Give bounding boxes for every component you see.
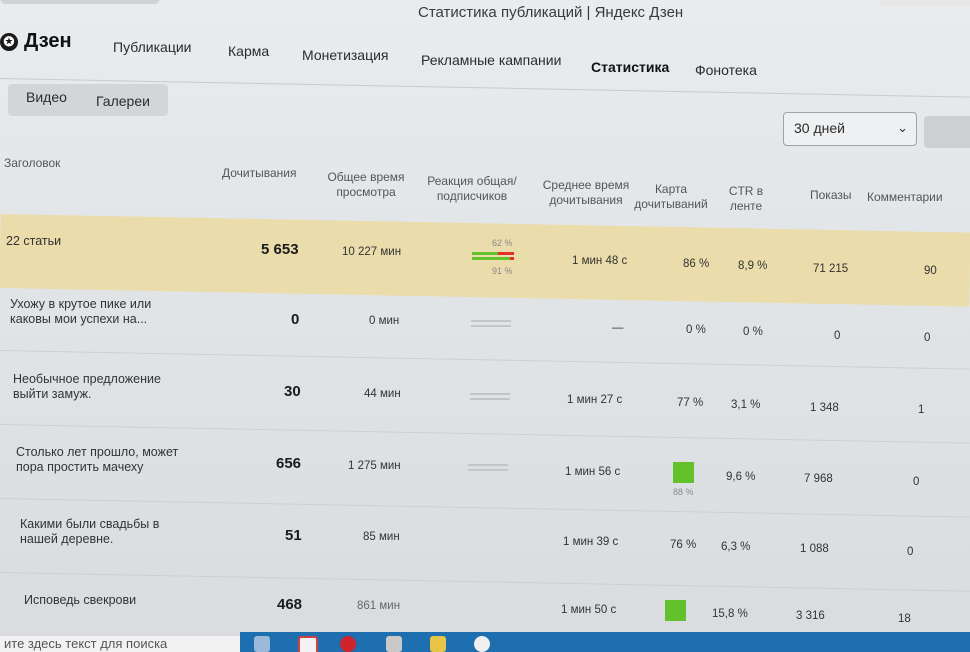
summary-avg-time: 1 мин 48 с <box>572 255 628 267</box>
article-title[interactable]: Ухожу в крутое пике или каковы мои успех… <box>10 297 190 327</box>
browser-tab-strip <box>0 0 160 4</box>
article-avg-time: — <box>612 322 624 334</box>
article-read-map: 77 % <box>677 397 704 409</box>
content-type-tabs: Видео Галереи <box>8 84 168 116</box>
article-avg-time: 1 мин 50 с <box>561 604 617 616</box>
article-reads: 0 <box>291 311 300 328</box>
article-avg-time: 1 мин 56 с <box>565 466 621 478</box>
summary-reaction-total: 62 % <box>492 238 513 248</box>
taskbar-search-input[interactable]: ите здесь текст для поиска <box>0 636 244 652</box>
article-title[interactable]: Столько лет прошло, может пора простить … <box>16 445 196 475</box>
header-views[interactable]: Показы <box>810 188 851 203</box>
article-total-time: 861 мин <box>357 600 401 612</box>
header-avg-time[interactable]: Среднее время дочитывания <box>542 178 630 208</box>
article-read-map: 0 % <box>686 324 706 336</box>
no-reaction-placeholder <box>470 393 510 401</box>
period-select[interactable]: 30 дней ⌄ <box>783 112 917 146</box>
row-divider <box>0 424 970 444</box>
summary-ctr: 8,9 % <box>738 260 768 272</box>
header-read-map[interactable]: Карта дочитываний <box>634 182 708 212</box>
article-reads: 51 <box>285 527 302 544</box>
article-ctr: 15,8 % <box>712 608 748 620</box>
export-button[interactable] <box>924 116 970 148</box>
summary-title: 22 статьи <box>6 234 62 248</box>
folder-icon[interactable] <box>430 636 446 652</box>
article-ctr: 9,6 % <box>726 471 756 483</box>
nav-statistics[interactable]: Статистика <box>591 59 669 75</box>
read-map-heat-cell[interactable] <box>673 462 694 483</box>
article-read-map: 76 % <box>670 539 697 551</box>
article-avg-time: 1 мин 27 с <box>567 394 623 406</box>
row-divider <box>0 498 970 518</box>
no-reaction-placeholder <box>471 320 511 328</box>
chevron-down-icon: ⌄ <box>897 120 908 135</box>
article-views: 1 088 <box>800 543 829 555</box>
nav-fonoteka[interactable]: Фонотека <box>695 62 757 78</box>
article-comments: 0 <box>907 546 914 558</box>
summary-read-map: 86 % <box>683 258 710 270</box>
tab-galleries[interactable]: Галереи <box>96 93 150 109</box>
article-views: 3 316 <box>796 610 825 622</box>
header-title[interactable]: Заголовок <box>4 156 60 171</box>
article-title[interactable]: Исповедь свекрови <box>24 593 204 608</box>
header-reaction[interactable]: Реакция общая/ подписчиков <box>426 174 518 204</box>
read-map-heat-cell[interactable] <box>665 600 686 621</box>
article-total-time: 0 мин <box>369 315 400 327</box>
main-nav: Публикации Карма Монетизация Рекламные к… <box>0 38 970 78</box>
article-ctr: 3,1 % <box>731 399 761 411</box>
article-comments: 0 <box>924 332 931 344</box>
store-icon[interactable] <box>386 636 402 652</box>
article-reads: 30 <box>284 383 301 400</box>
row-divider <box>0 572 970 592</box>
article-title[interactable]: Какими были свадьбы в нашей деревне. <box>20 517 200 547</box>
article-comments: 0 <box>913 476 920 488</box>
article-views: 7 968 <box>804 473 833 485</box>
browser-top-right-area <box>880 0 970 6</box>
period-label: 30 дней <box>794 120 845 136</box>
reaction-total-bar <box>472 252 514 255</box>
article-read-map: 88 % <box>673 487 694 497</box>
article-views: 0 <box>834 330 841 342</box>
reaction-bar <box>472 252 514 260</box>
nav-karma[interactable]: Карма <box>228 43 269 59</box>
yandex-browser-icon[interactable] <box>474 636 490 652</box>
gift-icon[interactable] <box>298 636 318 652</box>
article-reads: 656 <box>276 455 302 472</box>
nav-ad-campaigns[interactable]: Рекламные кампании <box>421 52 561 68</box>
summary-reaction-subs: 91 % <box>492 266 513 276</box>
article-avg-time: 1 мин 39 с <box>563 536 619 548</box>
article-ctr: 0 % <box>743 326 763 338</box>
article-ctr: 6,3 % <box>721 541 751 553</box>
task-view-icon[interactable] <box>254 636 270 652</box>
taskbar <box>240 632 970 652</box>
screen: Статистика публикаций | Яндекс Дзен ✪ Дз… <box>0 0 970 652</box>
opera-icon[interactable] <box>340 636 356 652</box>
article-title[interactable]: Необычное предложение выйти замуж. <box>13 372 193 402</box>
article-comments: 18 <box>898 613 911 625</box>
article-reads: 468 <box>277 596 303 613</box>
summary-reads: 5 653 <box>261 241 299 258</box>
summary-row[interactable] <box>0 214 970 307</box>
tab-video[interactable]: Видео <box>26 89 67 105</box>
nav-monetization[interactable]: Монетизация <box>302 47 389 63</box>
header-comments[interactable]: Комментарии <box>867 190 943 205</box>
header-total-time[interactable]: Общее время просмотра <box>326 170 406 200</box>
header-ctr[interactable]: CTR в ленте <box>724 184 768 214</box>
article-total-time: 44 мин <box>364 388 401 400</box>
article-total-time: 85 мин <box>363 531 400 543</box>
article-comments: 1 <box>918 404 925 416</box>
article-views: 1 348 <box>810 402 839 414</box>
no-reaction-placeholder <box>468 464 508 472</box>
window-title: Статистика публикаций | Яндекс Дзен <box>418 4 684 21</box>
reaction-subs-bar <box>472 257 514 260</box>
summary-total-time: 10 227 мин <box>342 246 402 258</box>
nav-publications[interactable]: Публикации <box>113 39 191 55</box>
summary-comments: 90 <box>924 265 937 277</box>
header-reads[interactable]: Дочитывания <box>222 166 297 181</box>
article-total-time: 1 275 мин <box>348 460 401 472</box>
summary-views: 71 215 <box>813 263 849 275</box>
row-divider <box>0 350 970 370</box>
